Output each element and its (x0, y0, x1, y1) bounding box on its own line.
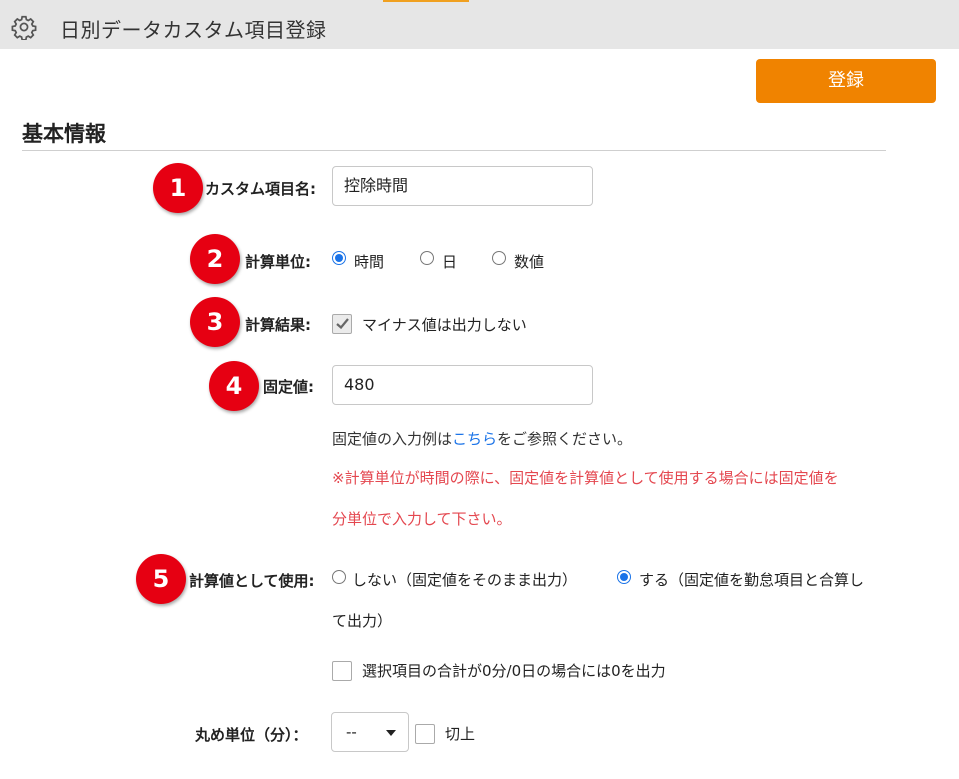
page-header: 日別データカスタム項目登録 (0, 0, 959, 49)
register-button[interactable]: 登録 (756, 59, 936, 103)
unit-option-number-label: 数値 (514, 253, 545, 271)
step-badge-1: 1 (153, 163, 203, 213)
use-as-calc-option-yes-label-line-2: て出力） (332, 612, 393, 630)
section-divider (22, 150, 886, 151)
page-title: 日別データカスタム項目登録 (60, 18, 327, 42)
rounding-select[interactable]: -- (331, 712, 409, 752)
unit-option-days-label: 日 (442, 253, 458, 271)
section-title: 基本情報 (22, 122, 106, 146)
step-badge-5: 5 (136, 554, 186, 604)
use-as-calc-option-no-label: しない（固定値をそのまま出力） (352, 571, 578, 589)
fixed-value-warning-line-2: 分単位で入力して下さい。 (332, 510, 512, 528)
step-badge-2: 2 (190, 234, 240, 284)
use-as-calc-radio-yes[interactable] (617, 570, 631, 584)
checkmark-icon (336, 318, 349, 329)
use-as-calc-option-yes-label-line-1: する（固定値を勤怠項目と合算し (639, 571, 865, 589)
fixed-value-note: 固定値の入力例はこちらをご参照ください。 (332, 428, 632, 449)
gear-icon[interactable] (11, 14, 37, 40)
custom-name-label: カスタム項目名: (205, 180, 316, 198)
fixed-value-warning-line-1: ※計算単位が時間の際に、固定値を計算値として使用する場合には固定値を (332, 469, 839, 487)
fixed-value-note-before: 固定値の入力例は (332, 430, 453, 448)
rounding-label: 丸め単位（分）： (195, 726, 308, 744)
use-as-calc-radio-no[interactable] (332, 570, 346, 584)
round-up-label: 切上 (445, 725, 476, 743)
fixed-value-note-after: をご参照ください。 (497, 430, 633, 448)
fixed-value-input[interactable]: 480 (332, 365, 593, 405)
zero-output-checkbox[interactable] (332, 661, 352, 681)
round-up-checkbox[interactable] (415, 724, 435, 744)
zero-output-label: 選択項目の合計が0分/0日の場合には0を出力 (362, 662, 666, 680)
calc-result-label: 計算結果: (245, 316, 311, 334)
chevron-down-icon (386, 730, 396, 736)
no-negative-label: マイナス値は出力しない (362, 316, 527, 334)
fixed-value-label: 固定値: (263, 378, 314, 396)
unit-option-hours-label: 時間 (354, 253, 385, 271)
no-negative-checkbox[interactable] (332, 314, 352, 334)
custom-name-input[interactable]: 控除時間 (332, 166, 593, 206)
step-badge-3: 3 (190, 297, 240, 347)
unit-radio-number[interactable] (492, 251, 506, 265)
step-badge-4: 4 (209, 361, 259, 411)
rounding-select-value: -- (346, 723, 357, 741)
unit-radio-hours[interactable] (332, 251, 346, 265)
unit-radio-days[interactable] (420, 251, 434, 265)
calc-unit-label: 計算単位: (245, 253, 311, 271)
header-accent-bar (383, 0, 469, 2)
example-link[interactable]: こちら (452, 430, 497, 448)
use-as-calc-label: 計算値として使用: (189, 572, 315, 590)
